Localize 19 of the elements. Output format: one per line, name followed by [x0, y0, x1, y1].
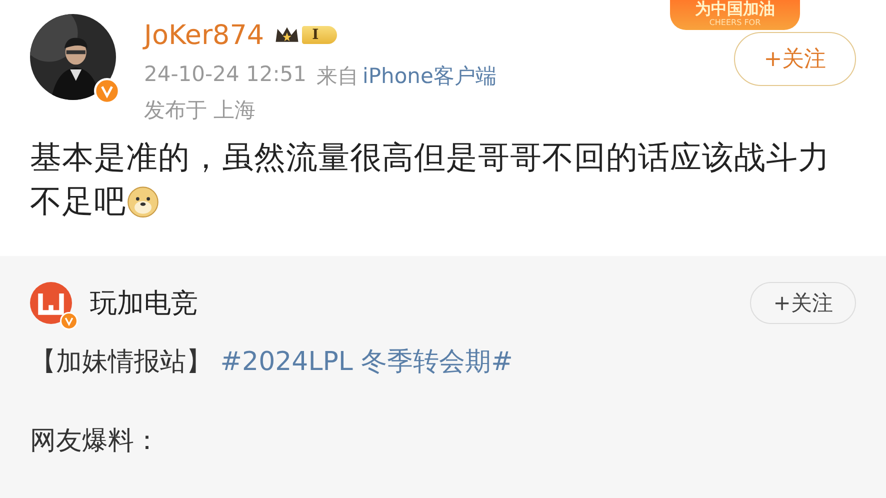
source-link[interactable]: iPhone客户端	[362, 62, 496, 90]
account-name[interactable]: 玩加电竞	[90, 285, 198, 321]
post-time: 24-10-24 12:51	[144, 62, 307, 88]
cheer-title: 为中国加油	[695, 0, 775, 18]
post-text: 网友爆料：	[30, 425, 161, 458]
logo-icon	[30, 282, 72, 324]
follow-button[interactable]: +关注	[750, 282, 856, 324]
hashtag-link[interactable]: #2024LPL 冬季转会期#	[220, 347, 513, 377]
cheer-subtitle: CHEERS FOR	[709, 18, 761, 28]
verified-badge-icon	[60, 312, 78, 330]
follow-button[interactable]: +关注	[734, 32, 856, 86]
post-tag: 【加妹情报站】	[30, 347, 212, 377]
author-name[interactable]: JoKer874	[144, 20, 264, 50]
level-badge: I	[302, 26, 337, 44]
source-label: 来自	[316, 63, 359, 90]
verified-badge-icon	[94, 78, 120, 104]
post-location: 发布于 上海	[144, 97, 257, 124]
emoji-icon	[126, 184, 160, 218]
post-text: 基本是准的，虽然流量很高但是哥哥不回的话应该战斗力不足吧	[30, 139, 830, 222]
